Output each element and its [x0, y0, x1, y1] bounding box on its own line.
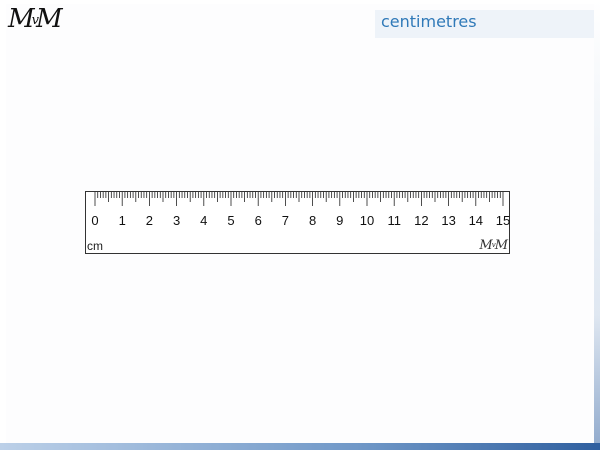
right-edge-gradient	[594, 0, 600, 450]
ruler-unit-label: cm	[87, 239, 103, 253]
ruler-number: 12	[414, 213, 428, 228]
ruler-number: 15	[496, 213, 510, 228]
ruler-number: 10	[360, 213, 374, 228]
ruler-number: 13	[441, 213, 455, 228]
ruler-number: 8	[309, 213, 316, 228]
ruler: 0 1 2 3 4 5 6 7 8 9 10 11 12 13 14 15 cm MvM	[85, 191, 510, 254]
ruler-number: 2	[146, 213, 153, 228]
title-box: centimetres	[375, 10, 594, 38]
ruler-number: 3	[173, 213, 180, 228]
brand-logo: MvM	[8, 4, 63, 34]
ruler-number: 0	[91, 213, 98, 228]
ruler-scale: 0 1 2 3 4 5 6 7 8 9 10 11 12 13 14 15	[91, 192, 510, 228]
ruler-number: 1	[119, 213, 126, 228]
slide: MvM centimetres 0 1 2 3 4 5 6 7 8 9 10 11 12 13 14 15 c…	[0, 0, 600, 450]
ruler-logo: MvM	[479, 238, 508, 253]
ruler-number: 14	[469, 213, 483, 228]
page-title: centimetres	[381, 12, 477, 31]
ruler-number: 6	[255, 213, 262, 228]
ruler-number: 9	[336, 213, 343, 228]
ruler-number: 4	[200, 213, 207, 228]
ruler-number: 7	[282, 213, 289, 228]
ruler-number: 5	[227, 213, 234, 228]
ruler-number: 11	[387, 213, 401, 228]
bottom-edge-gradient	[0, 443, 600, 450]
